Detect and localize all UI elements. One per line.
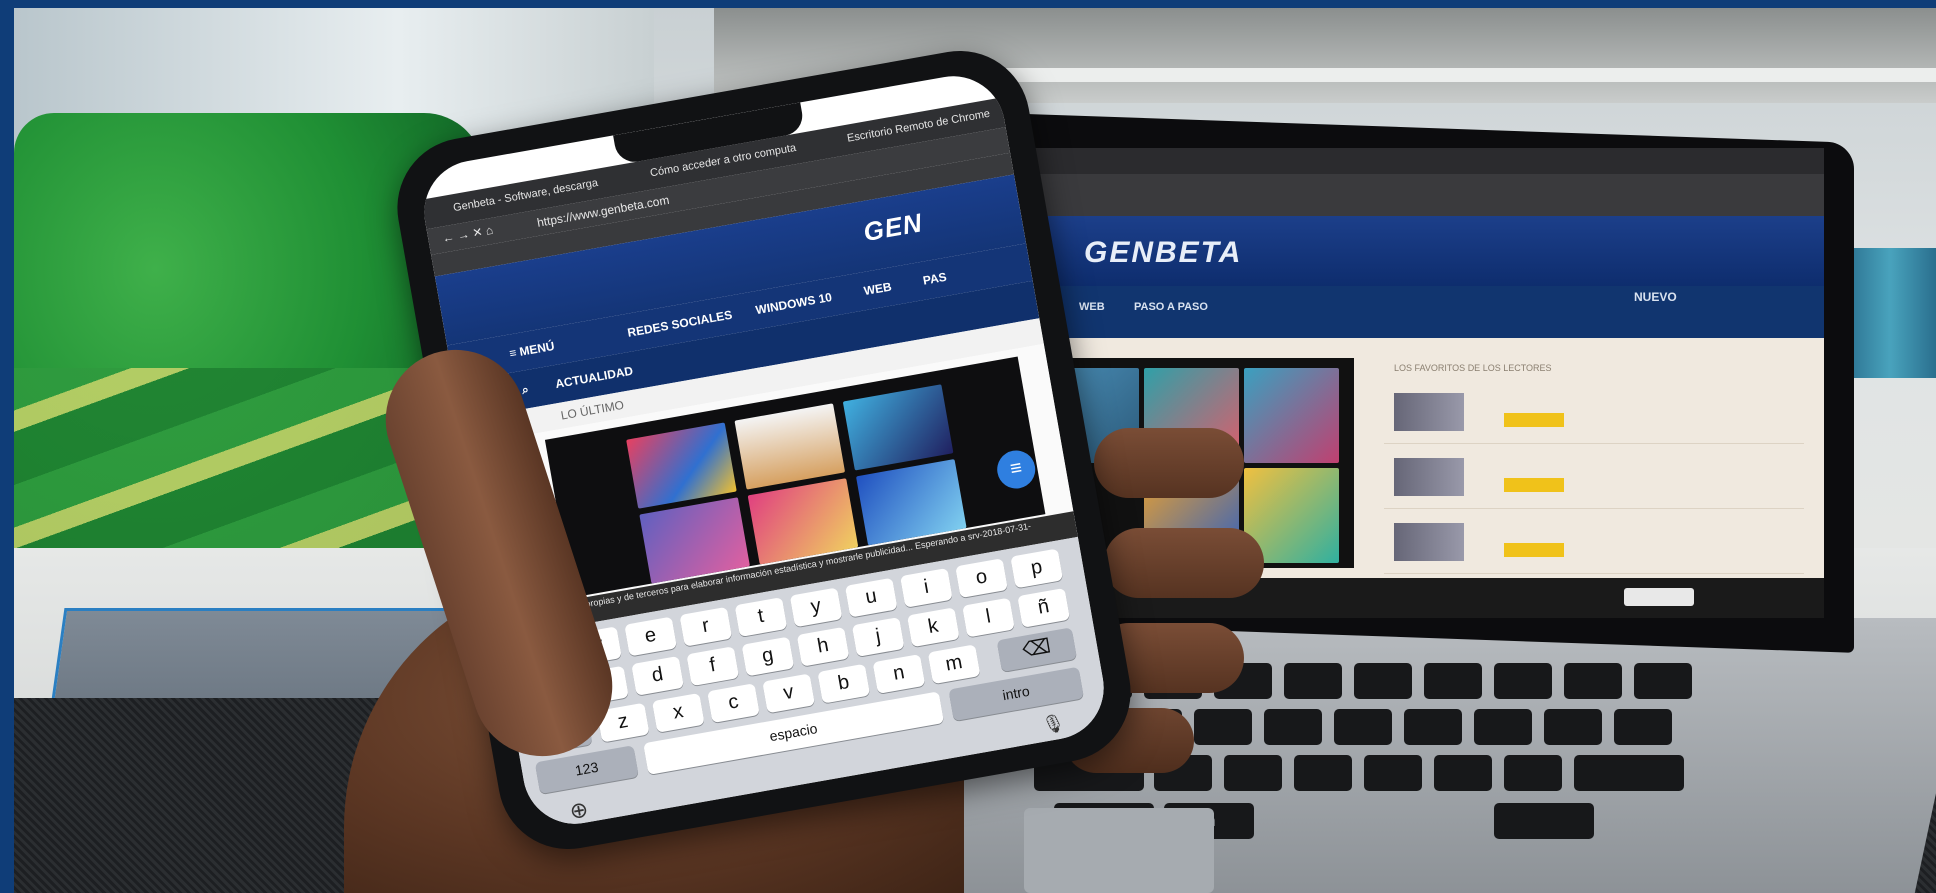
key-f[interactable]: f	[686, 646, 740, 687]
hand-finger	[1094, 428, 1244, 498]
shelf-board	[874, 68, 1936, 82]
microphone-icon[interactable]: 🎙	[1040, 712, 1066, 737]
laptop-key	[1354, 663, 1412, 699]
key-v[interactable]: v	[762, 673, 816, 714]
image-tile	[734, 403, 846, 490]
laptop-sidebar-title: LOS FAVORITOS DE LOS LECTORES	[1394, 363, 1552, 373]
globe-icon[interactable]: ⊕	[568, 796, 591, 825]
laptop-cookie-button	[1624, 588, 1694, 606]
laptop-key	[1494, 663, 1552, 699]
laptop-sidebar-button	[1504, 543, 1564, 557]
laptop-nav-paso-a-paso: PASO A PASO	[1134, 301, 1208, 313]
nav-arrows-icon[interactable]: ← → ✕ ⌂	[441, 223, 494, 246]
key-e[interactable]: e	[624, 616, 678, 657]
laptop-key	[1404, 709, 1462, 745]
laptop-sidebar-button	[1504, 478, 1564, 492]
key-m[interactable]: m	[927, 644, 981, 685]
laptop-trackpad	[1024, 808, 1214, 893]
nav-actualidad[interactable]: ACTUALIDAD	[554, 364, 634, 391]
laptop-key	[1434, 755, 1492, 791]
laptop-sidebar-thumb	[1394, 458, 1464, 496]
image-tile	[626, 422, 737, 509]
laptop-key	[1474, 709, 1532, 745]
nav-redes-sociales[interactable]: REDES SOCIALES	[626, 308, 733, 340]
laptop-key	[1224, 755, 1282, 791]
laptop-nav-web: WEB	[1079, 301, 1105, 313]
key-t[interactable]: t	[734, 597, 788, 637]
key-i[interactable]: i	[899, 567, 953, 608]
laptop-image-tile	[1244, 368, 1339, 463]
key-y[interactable]: y	[789, 587, 843, 628]
key-n[interactable]: n	[872, 654, 926, 694]
laptop-key	[1634, 663, 1692, 699]
hand-finger	[1104, 528, 1264, 598]
books-on-shelf	[1844, 248, 1936, 378]
nav-windows-10[interactable]: WINDOWS 10	[754, 290, 833, 317]
image-tile	[842, 384, 954, 471]
menu-label: MENÚ	[518, 338, 556, 359]
laptop-key	[1294, 755, 1352, 791]
key-d[interactable]: d	[631, 655, 685, 696]
laptop-sidebar-item	[1384, 513, 1804, 574]
laptop-key	[1194, 709, 1252, 745]
key-x[interactable]: x	[651, 692, 705, 733]
backspace-icon[interactable]: ⌫	[996, 627, 1078, 673]
key-g[interactable]: g	[741, 636, 795, 677]
search-icon[interactable]: ⌕	[521, 382, 530, 398]
laptop-browser-toolbar	[1024, 174, 1824, 216]
laptop-key	[1284, 663, 1342, 699]
laptop-key	[1544, 709, 1602, 745]
laptop-sidebar-item	[1384, 448, 1804, 509]
laptop-browser-tabs	[1024, 148, 1824, 174]
key-p[interactable]: p	[1010, 548, 1064, 589]
laptop-sidebar: LOS FAVORITOS DE LOS LECTORES	[1384, 353, 1804, 574]
laptop-key	[1564, 663, 1622, 699]
menu-button[interactable]: ≡ MENÚ	[508, 339, 555, 361]
laptop-sidebar-button	[1504, 413, 1564, 427]
key-r[interactable]: r	[679, 606, 733, 647]
laptop-key	[1574, 755, 1684, 791]
laptop-key	[1614, 709, 1672, 745]
laptop-nuevo-label: NUEVO	[1634, 290, 1677, 304]
key-k[interactable]: k	[906, 607, 960, 648]
laptop-sidebar-title-row: LOS FAVORITOS DE LOS LECTORES	[1384, 353, 1804, 383]
nav-paso[interactable]: PAS	[922, 270, 948, 288]
key-c[interactable]: c	[707, 683, 760, 724]
photo-scene: command option GENBETA WEB PASO A PASO N…	[14, 8, 1936, 893]
laptop-key	[1364, 755, 1422, 791]
key-o[interactable]: o	[955, 558, 1008, 599]
key-n-tilde[interactable]: ñ	[1017, 587, 1071, 628]
laptop-key	[1424, 663, 1482, 699]
key-j[interactable]: j	[851, 617, 905, 657]
laptop-site-logo: GENBETA	[1084, 236, 1243, 269]
key-u[interactable]: u	[844, 577, 898, 618]
laptop-key	[1264, 709, 1322, 745]
nav-web[interactable]: WEB	[863, 279, 893, 298]
laptop-sidebar-thumb	[1394, 393, 1464, 431]
laptop-sidebar-thumb	[1394, 523, 1464, 561]
key-b[interactable]: b	[817, 663, 871, 704]
laptop-key	[1334, 709, 1392, 745]
key-l[interactable]: l	[962, 597, 1015, 638]
laptop-key	[1494, 803, 1594, 839]
laptop-key	[1504, 755, 1562, 791]
key-h[interactable]: h	[796, 626, 850, 667]
laptop-sidebar-item	[1384, 383, 1804, 444]
